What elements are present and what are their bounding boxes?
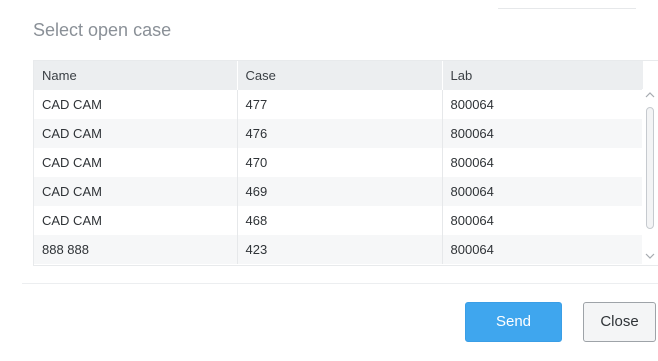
cell-lab: 800064 [442, 235, 643, 264]
chevron-up-icon[interactable] [642, 89, 658, 103]
close-button[interactable]: Close [583, 302, 656, 342]
cell-case: 423 [237, 235, 443, 264]
footer-divider [22, 283, 658, 284]
cell-name: CAD CAM [34, 148, 238, 177]
cell-case: 477 [237, 90, 443, 119]
table-row[interactable]: CAD CAM 470 800064 [34, 148, 643, 177]
table-scrollbar[interactable] [642, 89, 658, 264]
cell-lab: 800064 [442, 90, 643, 119]
cell-name: CAD CAM [34, 119, 238, 148]
column-header-name[interactable]: Name [34, 61, 238, 90]
cell-lab: 800064 [442, 148, 643, 177]
table-header-row: Name Case Lab [34, 61, 643, 90]
column-header-case[interactable]: Case [237, 61, 443, 90]
scrollbar-thumb[interactable] [646, 107, 654, 229]
cell-name: CAD CAM [34, 177, 238, 206]
cell-case: 476 [237, 119, 443, 148]
cell-name: CAD CAM [34, 90, 238, 119]
table-row[interactable]: CAD CAM 468 800064 [34, 206, 643, 235]
chevron-down-icon[interactable] [642, 250, 658, 264]
select-case-dialog: Select open case Name Case Lab CAD CAM 4… [0, 0, 658, 361]
cell-lab: 800064 [442, 177, 643, 206]
send-button[interactable]: Send [465, 302, 562, 342]
cell-lab: 800064 [442, 206, 643, 235]
table-row[interactable]: CAD CAM 477 800064 [34, 90, 643, 119]
cell-case: 470 [237, 148, 443, 177]
top-divider [498, 0, 636, 9]
cell-name: CAD CAM [34, 206, 238, 235]
cases-table: Name Case Lab CAD CAM 477 800064 CAD CAM… [34, 61, 643, 264]
cell-case: 468 [237, 206, 443, 235]
table-row[interactable]: CAD CAM 469 800064 [34, 177, 643, 206]
cases-table-container: Name Case Lab CAD CAM 477 800064 CAD CAM… [33, 60, 658, 266]
column-header-lab[interactable]: Lab [442, 61, 643, 90]
table-row[interactable]: 888 888 423 800064 [34, 235, 643, 264]
table-row[interactable]: CAD CAM 476 800064 [34, 119, 643, 148]
cell-lab: 800064 [442, 119, 643, 148]
cell-name: 888 888 [34, 235, 238, 264]
cell-case: 469 [237, 177, 443, 206]
dialog-title: Select open case [33, 20, 172, 40]
